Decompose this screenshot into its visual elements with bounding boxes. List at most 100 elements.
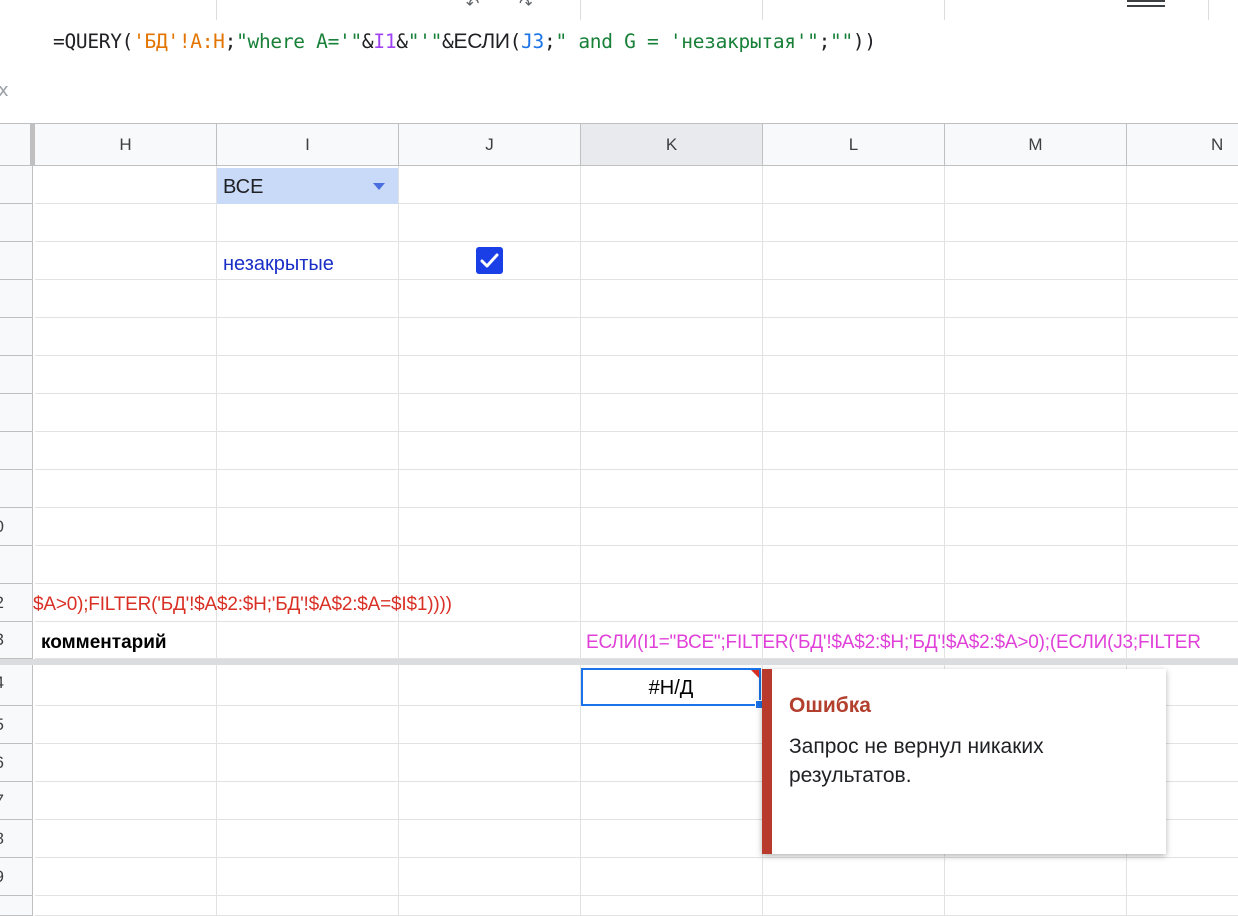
row-header[interactable]: [0, 204, 33, 242]
grid-cell[interactable]: [763, 508, 945, 546]
grid-cell[interactable]: [35, 744, 217, 782]
grid-cell[interactable]: [945, 584, 1127, 622]
status-dropdown[interactable]: ВСЕ: [217, 168, 398, 204]
grid-cell[interactable]: [217, 782, 399, 820]
grid-cell[interactable]: [35, 394, 217, 432]
grid-cell[interactable]: [399, 470, 581, 508]
grid-cell[interactable]: [217, 858, 399, 896]
grid-cell[interactable]: [1127, 356, 1238, 394]
grid-cell[interactable]: [581, 394, 763, 432]
grid-cell[interactable]: [35, 508, 217, 546]
grid-cell[interactable]: [399, 858, 581, 896]
row-header[interactable]: 0: [0, 508, 33, 546]
grid-cell[interactable]: [763, 858, 945, 896]
grid-cell[interactable]: [945, 280, 1127, 318]
grid-cell[interactable]: [217, 706, 399, 744]
grid-cell[interactable]: [581, 280, 763, 318]
grid-cell[interactable]: [1127, 242, 1238, 280]
grid-cell[interactable]: [399, 706, 581, 744]
row-header[interactable]: [0, 280, 33, 318]
row-header[interactable]: 8: [0, 820, 33, 858]
grid-cell[interactable]: [945, 204, 1127, 242]
grid-cell[interactable]: [35, 280, 217, 318]
grid-cell[interactable]: [35, 546, 217, 584]
grid-cell[interactable]: [35, 470, 217, 508]
row-header[interactable]: [0, 896, 33, 916]
grid-cell[interactable]: [35, 660, 217, 706]
grid-cell[interactable]: [35, 242, 217, 280]
grid-cell[interactable]: [399, 660, 581, 706]
grid-cell[interactable]: [217, 204, 399, 242]
grid-cell[interactable]: [1127, 896, 1238, 916]
row-header[interactable]: [0, 318, 33, 356]
select-all-corner[interactable]: [0, 124, 33, 166]
grid-cell[interactable]: [35, 356, 217, 394]
grid-cell[interactable]: [217, 744, 399, 782]
grid-cell[interactable]: [581, 706, 763, 744]
grid-cell[interactable]: [581, 432, 763, 470]
row-header[interactable]: [0, 242, 33, 280]
grid-cell[interactable]: [217, 394, 399, 432]
grid-cell[interactable]: [581, 782, 763, 820]
row-header[interactable]: 4: [0, 660, 33, 706]
grid-cell[interactable]: [945, 896, 1127, 916]
column-header-h[interactable]: H: [35, 124, 217, 166]
column-header-m[interactable]: M: [945, 124, 1127, 166]
grid-cell[interactable]: [35, 166, 217, 204]
grid-cell[interactable]: [399, 432, 581, 470]
grid-cell[interactable]: [1127, 858, 1238, 896]
grid-cell[interactable]: [35, 204, 217, 242]
grid-cell[interactable]: [763, 166, 945, 204]
grid-cell[interactable]: [217, 546, 399, 584]
error-indicator-icon[interactable]: [751, 670, 759, 678]
freeze-row-handle[interactable]: [0, 659, 1238, 665]
grid-cell[interactable]: [581, 204, 763, 242]
grid-cell[interactable]: [763, 546, 945, 584]
grid-cell[interactable]: [217, 356, 399, 394]
row-header[interactable]: 3: [0, 622, 33, 659]
grid-cell[interactable]: [945, 470, 1127, 508]
grid-cell[interactable]: [399, 744, 581, 782]
grid-cell[interactable]: [763, 432, 945, 470]
grid-cell[interactable]: [763, 896, 945, 916]
row-header[interactable]: [0, 470, 33, 508]
grid-cell[interactable]: [945, 166, 1127, 204]
grid-cell[interactable]: [581, 584, 763, 622]
redo-icon[interactable]: ↷: [519, 0, 532, 13]
grid-cell[interactable]: [399, 280, 581, 318]
grid-cell[interactable]: [581, 318, 763, 356]
grid-cell[interactable]: [399, 896, 581, 916]
grid-cell[interactable]: [399, 508, 581, 546]
grid-cell[interactable]: [217, 820, 399, 858]
grid-cell[interactable]: [763, 584, 945, 622]
formula-bar[interactable]: x =QUERY('БД'!A:H;"where A='"&I1&"'"&ЕСЛ…: [0, 20, 1238, 124]
grid-cell[interactable]: [1127, 204, 1238, 242]
grid-cell[interactable]: [945, 242, 1127, 280]
grid-cell[interactable]: [581, 896, 763, 916]
grid-cell[interactable]: [763, 242, 945, 280]
row-header[interactable]: 9: [0, 858, 33, 896]
grid-cell[interactable]: [763, 318, 945, 356]
grid-cell[interactable]: [1127, 166, 1238, 204]
column-header-i[interactable]: I: [217, 124, 399, 166]
grid-cell[interactable]: [945, 508, 1127, 546]
grid-cell[interactable]: [1127, 432, 1238, 470]
grid-cell[interactable]: [217, 622, 399, 659]
grid-cell[interactable]: [1127, 280, 1238, 318]
grid-cell[interactable]: [945, 318, 1127, 356]
grid-cell[interactable]: [763, 280, 945, 318]
selected-cell-k14[interactable]: #Н/Д: [581, 668, 761, 706]
grid-cell[interactable]: [945, 858, 1127, 896]
grid-cell[interactable]: [581, 744, 763, 782]
grid-cell[interactable]: [399, 820, 581, 858]
grid-cell[interactable]: [217, 432, 399, 470]
grid-cell[interactable]: [763, 356, 945, 394]
grid-cell[interactable]: [581, 858, 763, 896]
grid-cell[interactable]: [581, 242, 763, 280]
column-header-l[interactable]: L: [763, 124, 945, 166]
grid-cell[interactable]: [217, 280, 399, 318]
grid-cell[interactable]: [35, 858, 217, 896]
row-header[interactable]: 2: [0, 584, 33, 622]
column-header-k[interactable]: K: [581, 124, 763, 166]
menu-icon[interactable]: [1127, 0, 1165, 9]
